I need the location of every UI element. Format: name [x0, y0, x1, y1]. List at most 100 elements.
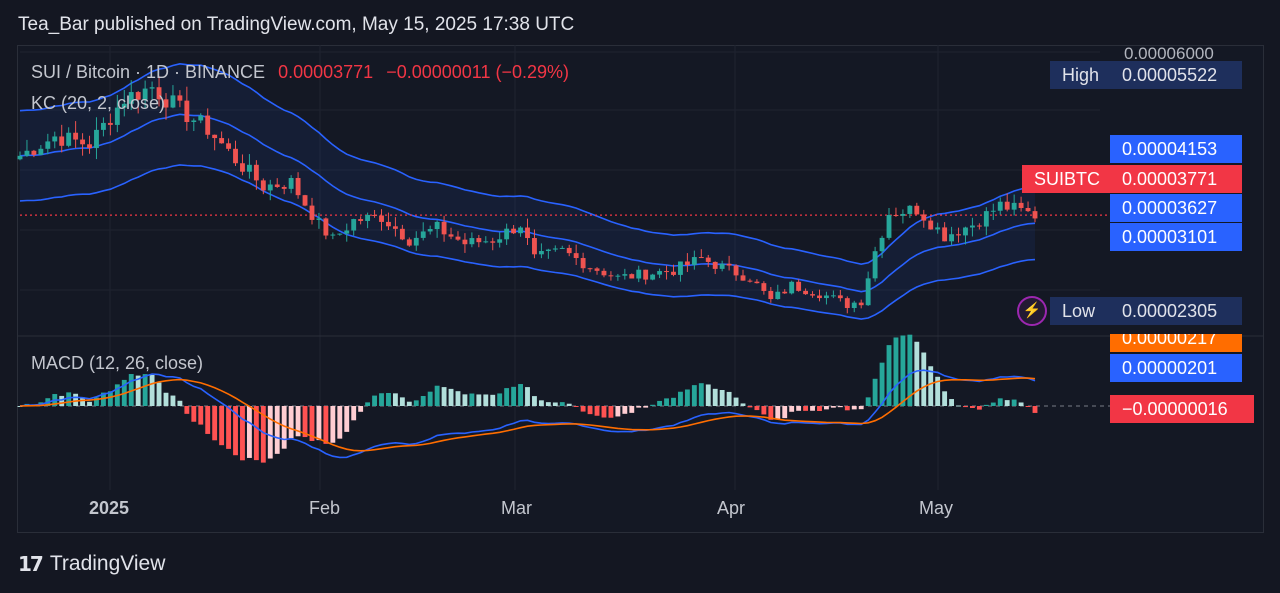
candle-body: [170, 95, 176, 108]
candle-body: [420, 231, 426, 238]
candle-body: [664, 271, 669, 273]
histogram-bar: [59, 395, 65, 406]
histogram-bar: [643, 406, 649, 408]
tradingview-logo-icon: 17: [18, 552, 44, 576]
kc-legend[interactable]: KC (20, 2, close): [31, 93, 165, 114]
candle-body: [413, 237, 419, 246]
candle-body: [830, 295, 836, 297]
candle-body: [796, 281, 802, 291]
candle-body: [316, 218, 322, 220]
candle-body: [608, 275, 614, 277]
candle-body: [636, 269, 642, 279]
histogram-bar: [601, 406, 607, 418]
footer-brand[interactable]: 17 TradingView: [18, 552, 165, 576]
lightning-icon[interactable]: ⚡: [1017, 296, 1047, 326]
histogram-bar: [406, 401, 412, 406]
histogram-bar: [636, 406, 642, 408]
candle-body: [455, 236, 461, 240]
legend-price: 0.00003771: [278, 62, 374, 82]
candle-body: [226, 143, 231, 149]
histogram-bar: [969, 406, 975, 408]
candle-body: [900, 213, 906, 216]
histogram-bar: [538, 400, 544, 406]
candle-body: [789, 281, 795, 294]
histogram-bar: [810, 406, 815, 411]
histogram-bar: [253, 406, 259, 461]
histogram-bar: [483, 394, 489, 406]
histogram-bar: [427, 391, 433, 406]
candle-body: [1018, 202, 1024, 209]
candle-body: [212, 134, 218, 139]
candle-body: [837, 295, 843, 299]
candle-body: [538, 251, 544, 255]
histogram-bar: [184, 406, 190, 414]
symbol-legend[interactable]: SUI / Bitcoin · 1D · BINANCE 0.00003771 …: [31, 62, 569, 83]
histogram-bar: [956, 405, 961, 407]
macd-tag: 0.00000201: [1110, 354, 1242, 382]
histogram-bar: [392, 393, 398, 406]
current-price-tag-label: SUIBTC: [1022, 165, 1110, 193]
histogram-bar: [830, 406, 836, 408]
candle-body: [344, 230, 350, 234]
histogram-bar: [997, 398, 1003, 406]
histogram-bar: [893, 337, 899, 406]
candle-body: [288, 177, 294, 189]
legend-change: −0.00000011 (−0.29%): [386, 62, 570, 82]
histogram-bar: [441, 387, 447, 406]
time-label-apr: Apr: [717, 498, 746, 518]
signal-tag: 0.00000217: [1110, 334, 1242, 352]
histogram-bar: [671, 397, 676, 406]
histogram-bar: [949, 399, 955, 406]
histogram-bar: [851, 406, 857, 410]
candle-body: [775, 291, 781, 300]
candle-body: [260, 180, 266, 191]
histogram-bar: [191, 406, 197, 422]
candle-body: [107, 122, 113, 125]
histogram-bar: [434, 385, 440, 406]
candle-body: [323, 218, 329, 236]
histogram-bar: [740, 403, 746, 406]
histogram-bar: [316, 406, 322, 441]
macd-legend[interactable]: MACD (12, 26, close): [31, 353, 203, 374]
candle-body: [754, 281, 760, 284]
histogram-bar: [490, 394, 496, 406]
candle-body: [907, 205, 913, 214]
candle-body: [601, 270, 607, 276]
candle-body: [782, 291, 788, 294]
histogram-bar: [219, 406, 225, 446]
candle-body: [872, 251, 878, 279]
candle-body: [956, 234, 961, 236]
histogram-bar: [386, 392, 391, 406]
time-label-feb: Feb: [309, 498, 341, 518]
kc-middle-tag: 0.00003627: [1110, 194, 1242, 222]
time-label-mar: Mar: [501, 498, 532, 518]
histogram-bar: [413, 400, 419, 406]
candle-body: [865, 278, 871, 306]
histogram-bar: [552, 402, 558, 406]
histogram-bar: [399, 397, 405, 406]
candle-body: [274, 184, 280, 187]
histogram-bar: [803, 406, 809, 411]
candle-body: [629, 274, 635, 279]
candle-body: [824, 295, 829, 299]
histogram-bar: [837, 406, 843, 408]
kc-upper-tag: 0.00004153: [1110, 135, 1242, 163]
histogram-bar: [1032, 406, 1038, 413]
low-tag-label: Low: [1050, 297, 1110, 325]
candle-body: [643, 269, 649, 280]
candle-body: [87, 144, 92, 149]
histogram-bar: [351, 406, 357, 421]
histogram-bar: [525, 387, 530, 406]
candle-body: [1032, 211, 1038, 219]
histogram-bar: [761, 406, 767, 415]
footer-brand-text: TradingView: [49, 552, 166, 575]
histogram-bar: [844, 406, 850, 411]
candle-body: [406, 239, 412, 246]
candle-body: [198, 115, 204, 121]
histogram-bar: [629, 406, 635, 413]
candle-body: [622, 274, 628, 276]
histogram-bar: [476, 394, 482, 406]
candle-body: [1004, 201, 1010, 210]
candle-body: [45, 141, 51, 149]
histogram-bar: [719, 389, 725, 406]
